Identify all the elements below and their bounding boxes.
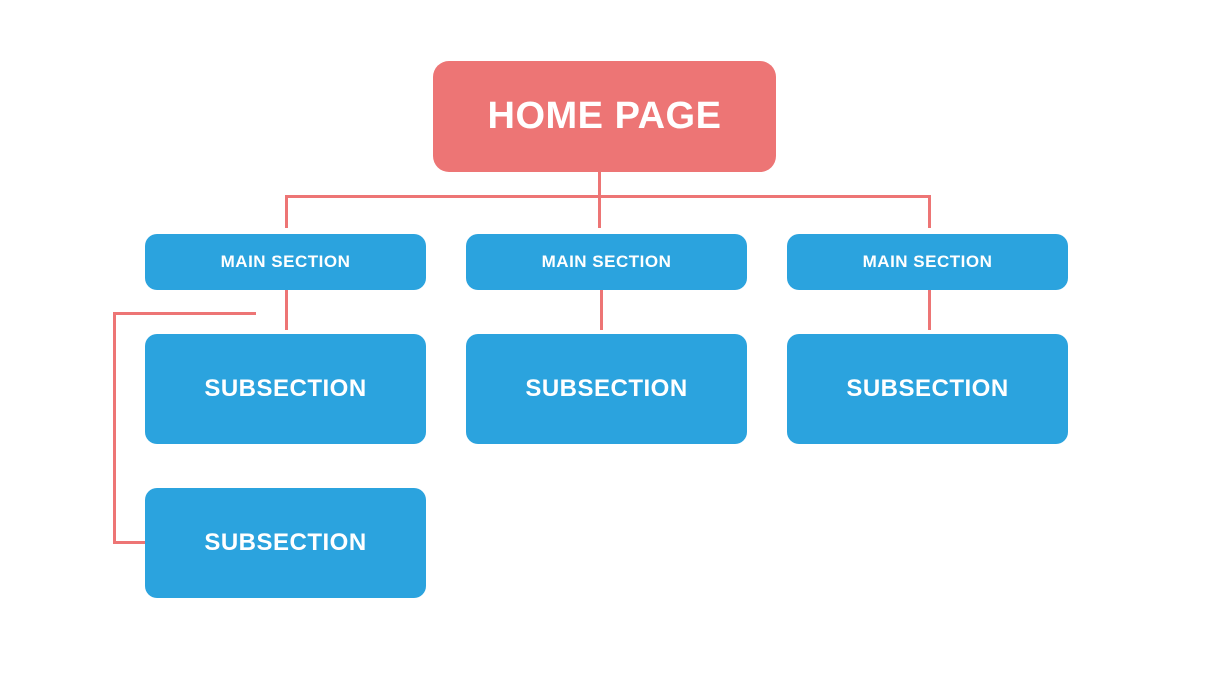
- connector-branch-v: [113, 312, 116, 543]
- connector-branch-in: [113, 541, 145, 544]
- node-label: SUBSECTION: [846, 375, 1008, 403]
- node-label: MAIN SECTION: [221, 252, 351, 272]
- connector-drop-3: [928, 195, 931, 228]
- connector-main2-sub: [600, 290, 603, 330]
- connector-horizontal: [285, 195, 928, 198]
- node-home-page: HOME PAGE: [433, 61, 776, 172]
- node-label: SUBSECTION: [525, 375, 687, 403]
- sitemap-diagram: HOME PAGE MAIN SECTION MAIN SECTION MAIN…: [0, 0, 1212, 677]
- node-subsection-2: SUBSECTION: [466, 334, 747, 444]
- node-label: MAIN SECTION: [863, 252, 993, 272]
- connector-branch-h: [116, 312, 256, 315]
- node-label: SUBSECTION: [204, 375, 366, 403]
- connector-main1-sub: [285, 290, 288, 330]
- node-label: MAIN SECTION: [542, 252, 672, 272]
- node-label: SUBSECTION: [204, 529, 366, 557]
- node-subsection-1a: SUBSECTION: [145, 334, 426, 444]
- node-subsection-3: SUBSECTION: [787, 334, 1068, 444]
- connector-root: [598, 172, 601, 228]
- node-label: HOME PAGE: [488, 95, 722, 138]
- node-main-section-1: MAIN SECTION: [145, 234, 426, 290]
- connector-main3-sub: [928, 290, 931, 330]
- node-subsection-1b: SUBSECTION: [145, 488, 426, 598]
- node-main-section-2: MAIN SECTION: [466, 234, 747, 290]
- node-main-section-3: MAIN SECTION: [787, 234, 1068, 290]
- connector-drop-1: [285, 195, 288, 228]
